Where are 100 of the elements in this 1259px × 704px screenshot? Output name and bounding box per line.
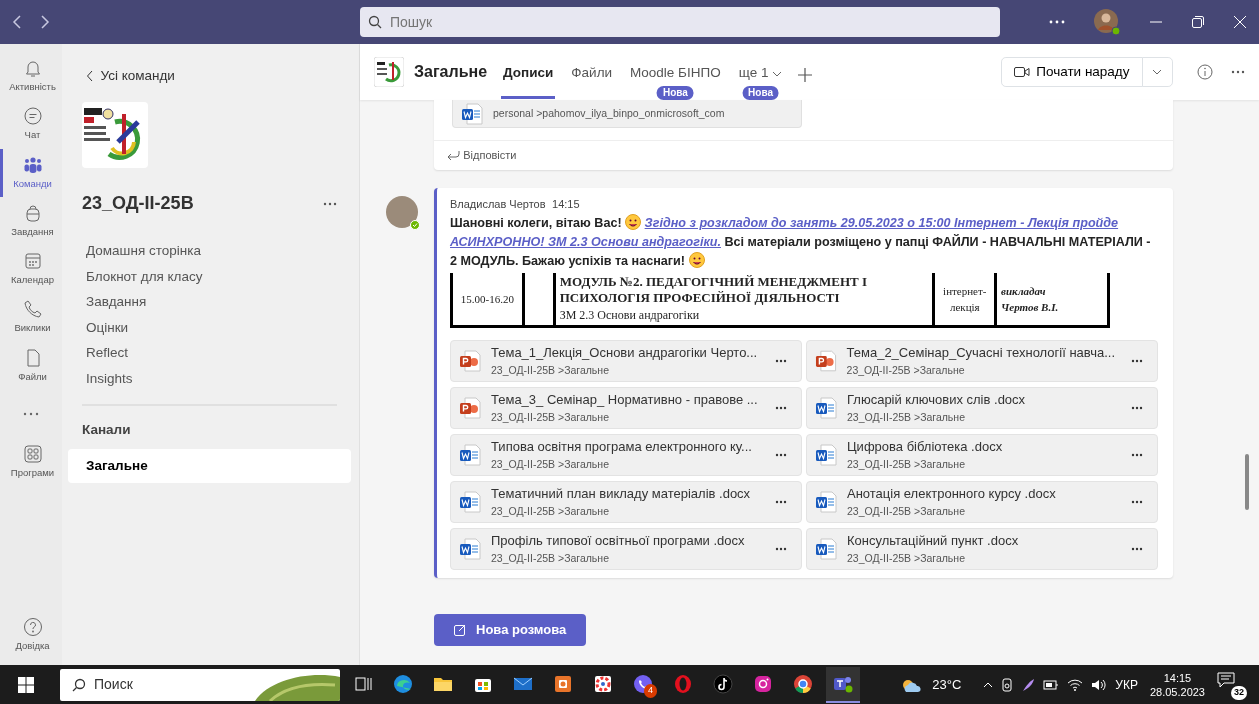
nav-item[interactable]: Оцінки [82, 313, 351, 340]
file-path: 23_ОД-ІІ-25В >Загальне [491, 456, 610, 472]
app-icon [553, 673, 573, 694]
wifi-icon[interactable] [1067, 678, 1084, 691]
nav-item[interactable]: Reflect [82, 339, 351, 365]
file-path: 23_ОД-ІІ-25В >Загальне [847, 550, 966, 566]
presentation-file-icon [815, 350, 837, 372]
chevron-down-icon [1152, 69, 1163, 75]
table-cell: інтернет-лекція [943, 284, 987, 313]
nav-item[interactable]: Домашня сторінка [82, 237, 351, 263]
phone-icon [22, 299, 43, 320]
feather-icon[interactable] [1021, 677, 1036, 692]
speaker-icon[interactable] [1091, 678, 1108, 691]
info-icon[interactable] [1197, 64, 1213, 80]
rail-item[interactable]: Файли [0, 341, 62, 390]
file-attachment[interactable]: Профіль типової освітньої програми .docx 23_ОД-ІІ-25В >Загальне [450, 528, 802, 570]
rail-item[interactable]: Активність [0, 52, 62, 101]
search-label: Поиск [94, 675, 133, 694]
file-name: Анотація електронного курсу .docx [847, 485, 1056, 504]
taskbar-app[interactable] [826, 666, 860, 703]
chevron-left-icon [86, 70, 94, 83]
document-file-icon [459, 491, 481, 513]
close-icon[interactable] [1233, 15, 1247, 29]
maximize-icon[interactable] [1191, 15, 1205, 29]
windows-logo-icon[interactable] [18, 676, 34, 693]
document-heading: МОДУЛЬ №2. ПЕДАГОГІЧНИЙ МЕНЕДЖМЕНТ І ПСИХОЛОГІЯ ПРОФЕСІЙНОЇ ДІЯЛЬНОСТІ [559, 274, 869, 306]
message-link[interactable]: Згідно з розкладом до занять 29.05.2023 о 15:00 Інтернет - Лекція пройде [644, 216, 1119, 230]
file-attachment[interactable]: Цифрова бібліотека .docx 23_ОД-ІІ-25В >Загальне [806, 434, 1158, 476]
file-path: 23_ОД-ІІ-25В >Загальне [846, 362, 966, 378]
file-attachment[interactable]: Консультаційний пункт .docx 23_ОД-ІІ-25В >Загальне [806, 528, 1158, 570]
rail-item[interactable]: Завдання [0, 196, 62, 245]
message-text: Шановні колеги, вітаю Вас! Згідно з розкладом до занять 29.05.2023 о 15:00 Інтернет - Лекція пройде АСИНХРОННО! ЗМ 2.3 Основи андрагогіки. Всі матеріали розміщено у папці ФАЙЛИ - НАВЧАЛЬНІ МАТЕРІАЛИ - 2 МОДУЛЬ. Бажаю успіхів та наснаги! [450, 214, 1152, 270]
file-attachment[interactable]: personal >pahomov_ilya_binpo_onmicrosoft_com [452, 100, 802, 128]
document-file-icon [459, 444, 481, 466]
apps-icon [22, 443, 43, 464]
chevron-up-icon[interactable] [983, 681, 994, 688]
channel-item[interactable]: Загальне [68, 448, 351, 483]
back-link[interactable]: Усі команди [82, 62, 351, 91]
more-icon [775, 359, 787, 363]
tab[interactable]: ще 1 Нова [736, 55, 785, 99]
more-icon[interactable] [1231, 70, 1245, 74]
nav-item[interactable]: Завдання [82, 288, 351, 314]
more-icon [775, 406, 787, 410]
file-path: personal >pahomov_ilya_binpo_onmicrosoft_com [493, 105, 725, 121]
file-name: Тема_2_Семінар_Сучасні технології навча... [846, 344, 1115, 363]
people-icon [22, 154, 43, 175]
rail-item[interactable]: Чат [0, 100, 62, 149]
forward-icon[interactable] [40, 15, 50, 29]
more-icon [775, 500, 787, 504]
meet-button[interactable]: Почати нараду [1000, 56, 1143, 88]
back-icon[interactable] [12, 15, 22, 29]
file-attachment[interactable]: Тематичний план викладу матеріалів .docx 23_ОД-ІІ-25В >Загальне [450, 481, 802, 523]
avatar-icon[interactable] [1093, 8, 1121, 36]
more-icon [1131, 406, 1143, 410]
new-conversation-button[interactable]: Нова розмова [434, 614, 587, 646]
document-file-icon [815, 397, 837, 419]
file-attachment[interactable]: Глюсарій ключових слів .docx 23_ОД-ІІ-25В >Загальне [806, 387, 1158, 429]
browser-icon [793, 673, 813, 694]
temperature-label: 23°C [932, 675, 962, 694]
scrollbar-thumb[interactable] [1245, 454, 1249, 510]
help-button[interactable]: Довідка [0, 610, 62, 659]
more-icon [1131, 500, 1143, 504]
reply-button[interactable]: Відповісти [446, 147, 517, 164]
language-indicator[interactable]: УКР [1115, 675, 1138, 694]
more-icon[interactable] [323, 201, 337, 206]
file-attachment[interactable]: Тема_2_Семінар_Сучасні технології навча... 23_ОД-ІІ-25В >Загальне [806, 340, 1158, 382]
reply-arrow-icon [446, 150, 460, 161]
rail-item[interactable]: Виклики [0, 293, 62, 342]
file-path: 23_ОД-ІІ-25В >Загальне [491, 550, 610, 566]
search-field[interactable]: Пошук [360, 7, 1000, 37]
smiley-icon [625, 214, 642, 230]
add-icon[interactable] [798, 68, 813, 82]
more-icon[interactable] [1049, 20, 1065, 24]
file-attachment[interactable]: Тема_3_ Семінар_ Нормативно - правове ... 23_ОД-ІІ-25В >Загальне [450, 387, 802, 429]
ring-icon [673, 673, 693, 694]
document-file-icon [815, 538, 837, 560]
nav-item[interactable]: Блокнот для класу [82, 262, 351, 289]
search-icon [72, 677, 86, 692]
file-attachment[interactable]: Анотація електронного курсу .docx 23_ОД-ІІ-25В >Загальне [806, 481, 1158, 523]
tab[interactable]: Moodle БІНПО Нова [628, 55, 723, 99]
file-name: Цифрова бібліотека .docx [847, 438, 1003, 457]
compose-icon [454, 623, 466, 636]
file-attachment[interactable]: Тема_1_Лекція_Основи андрагогіки Черто... 23_ОД-ІІ-25В >Загальне [450, 340, 802, 382]
taskbar-search-field[interactable]: Поиск [60, 668, 340, 701]
tab[interactable]: Файли [569, 55, 615, 99]
nav-item[interactable]: Insights [82, 364, 351, 391]
new-badge: Нова [742, 85, 779, 100]
more-icon [1131, 359, 1143, 363]
rail-item[interactable]: Програми [0, 437, 62, 486]
file-name: Тема_3_ Семінар_ Нормативно - правове ... [491, 391, 758, 410]
rail-item[interactable]: Календар [0, 245, 62, 294]
battery-icon[interactable] [1043, 678, 1060, 691]
taskbar-app[interactable]: 4 [626, 666, 660, 703]
message-link[interactable]: АСИНХРОННО! ЗМ 2.3 Основи андрагогіки. [450, 235, 721, 249]
file-name: Профіль типової освітньої програми .docx [491, 532, 745, 551]
camera-icon [753, 673, 773, 694]
music-note-icon [713, 673, 733, 694]
file-attachment[interactable]: Типова освітня програма електронного ку... 23_ОД-ІІ-25В >Загальне [450, 434, 802, 476]
author-name: Владислав Чертов [450, 196, 546, 212]
tray-device-icon[interactable] [1001, 677, 1014, 692]
